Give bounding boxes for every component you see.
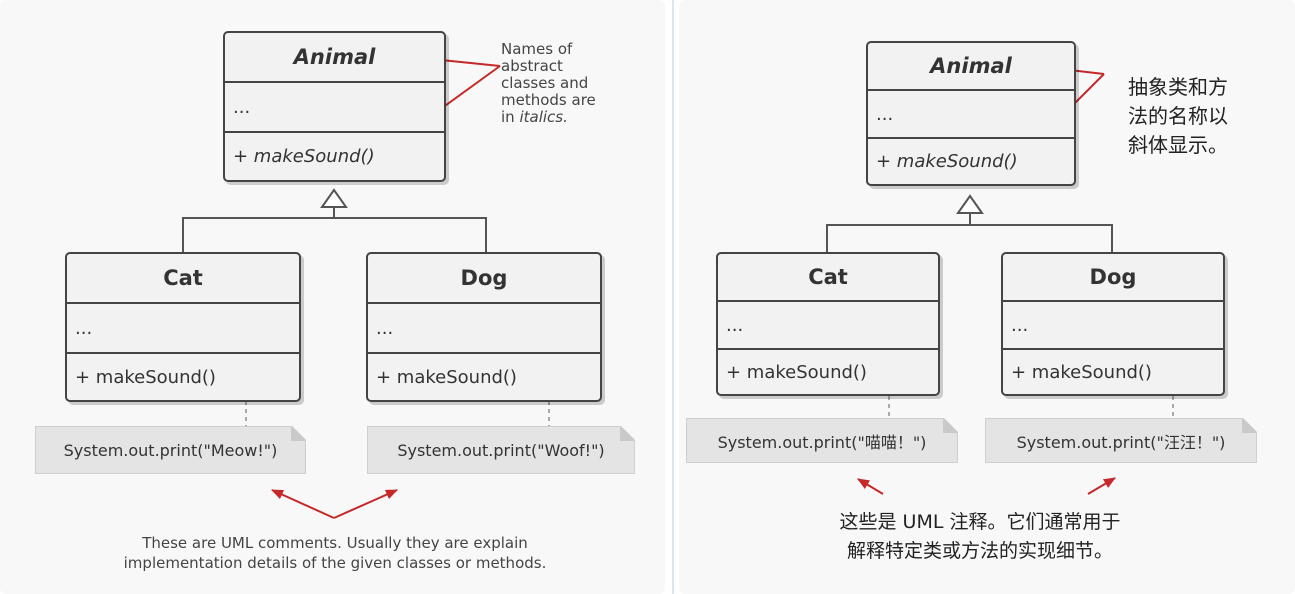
left-inheritance-connector [182,188,487,255]
class-name: Cat [67,254,299,304]
inheritance-triangle-icon [320,188,348,208]
right-comment-annotation: 这些是 UML 注释。它们通常用于 解释特定类或方法的实现细节。 [780,508,1180,566]
annotation-line: in italics. [501,109,641,126]
left-comment-annotation: These are UML comments. Usually they are… [80,533,590,573]
annotation-line: Names of [501,40,573,58]
right-cat-comment: System.out.print("喵喵！") [686,418,958,463]
class-name: Dog [1003,254,1223,302]
annotation-prefix: in [501,108,520,126]
right-dog-comment: System.out.print("汪汪！") [985,418,1257,463]
left-animal-class: Animal ... + makeSound() [223,31,446,182]
class-method: + makeSound() [233,146,375,167]
annotation-line: implementation details of the given clas… [123,554,547,572]
annotation-line: 斜体显示。 [1128,133,1228,157]
class-name: Animal [868,43,1074,91]
annotation-line: classes and [501,74,589,92]
annotation-line: 法的名称以 [1128,104,1228,128]
annotation-line: 解释特定类或方法的实现细节。 [846,540,1113,562]
right-inheritance-connector [826,194,1113,255]
class-method: + makeSound() [726,361,867,383]
right-italic-annotation: 抽象类和方 法的名称以 斜体显示。 [1128,73,1268,160]
class-name: Animal [225,33,444,83]
class-method: + makeSound() [376,366,517,388]
inheritance-triangle-icon [956,194,984,214]
class-name: Cat [718,254,938,302]
class-fields: ... [368,304,600,354]
left-cat-comment: System.out.print("Meow!") [35,426,306,474]
class-fields: ... [718,302,938,350]
annotation-line: These are UML comments. Usually they are… [142,534,528,552]
class-method: + makeSound() [876,151,1018,172]
class-method: + makeSound() [1011,361,1152,383]
class-fields: ... [868,91,1074,139]
left-dog-class: Dog ... + makeSound() [366,252,602,402]
right-animal-class: Animal ... + makeSound() [866,41,1076,186]
right-dog-class: Dog ... + makeSound() [1001,252,1225,396]
annotation-line: methods are [501,91,596,109]
class-method: + makeSound() [75,366,216,388]
left-italic-annotation: Names of abstract classes and methods ar… [501,41,641,126]
annotation-line: 抽象类和方 [1128,75,1228,99]
left-dog-comment: System.out.print("Woof!") [367,426,635,474]
right-cat-class: Cat ... + makeSound() [716,252,940,396]
class-fields: ... [1003,302,1223,350]
class-name: Dog [368,254,600,304]
annotation-line: 这些是 UML 注释。它们通常用于 [839,511,1121,533]
left-cat-class: Cat ... + makeSound() [65,252,301,402]
annotation-line: abstract [501,57,563,75]
class-fields: ... [225,83,444,133]
class-fields: ... [67,304,299,354]
comparison-figure: Animal ... + makeSound() Cat ... + makeS… [0,0,1295,594]
annotation-italic-word: italics. [519,108,568,126]
